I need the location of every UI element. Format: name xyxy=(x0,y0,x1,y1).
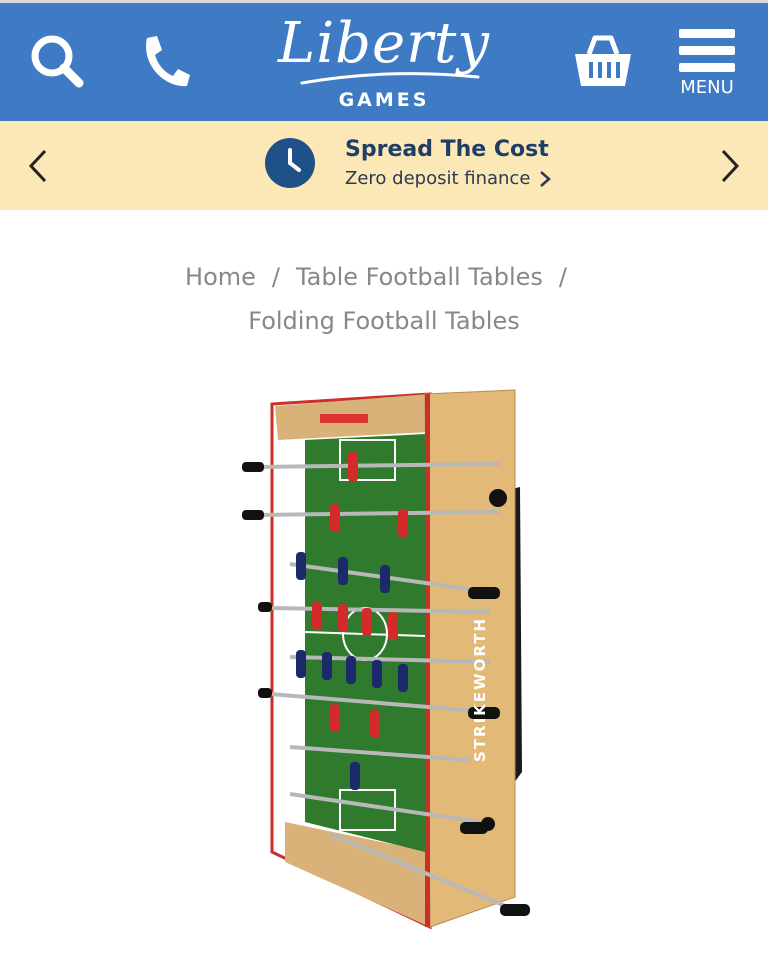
basket-button[interactable] xyxy=(568,3,638,121)
chevron-right-icon xyxy=(721,149,740,182)
brand-mark: STRIKEWORTH xyxy=(471,617,489,762)
menu-button[interactable]: MENU xyxy=(668,3,746,121)
chevron-right-small-icon xyxy=(540,170,552,187)
side-panel xyxy=(424,389,516,928)
menu-label: MENU xyxy=(680,76,734,98)
breadcrumb-separator: / xyxy=(558,263,567,291)
site-header: Liberty GAMES MENU xyxy=(0,3,768,121)
product-image[interactable]: STRIKEWORTH xyxy=(230,382,540,937)
football-table-illustration: STRIKEWORTH xyxy=(242,389,530,930)
promo-subtitle: Zero deposit finance xyxy=(345,168,531,189)
breadcrumb-separator: / xyxy=(271,263,280,291)
hamburger-icon xyxy=(679,28,735,72)
basket-icon xyxy=(575,35,631,86)
logo-text: Liberty xyxy=(278,11,490,76)
breadcrumb-current: Folding Football Tables xyxy=(248,307,520,335)
promo-next-button[interactable] xyxy=(700,121,760,210)
clock-icon xyxy=(265,138,315,188)
breadcrumb-home[interactable]: Home xyxy=(185,263,256,291)
promo-prev-button[interactable] xyxy=(8,121,68,210)
chevron-left-icon xyxy=(28,149,47,182)
logo-swoosh xyxy=(300,72,480,85)
promo-link[interactable]: Zero deposit finance xyxy=(345,168,552,189)
score-counter xyxy=(320,414,368,423)
site-logo[interactable]: Liberty GAMES xyxy=(0,3,768,121)
breadcrumb-table-football[interactable]: Table Football Tables xyxy=(296,263,543,291)
logo-subtext: GAMES xyxy=(338,89,430,111)
promo-banner: Spread The Cost Zero deposit finance xyxy=(0,121,768,210)
breadcrumb: Home / Table Football Tables / Folding Foot… xyxy=(0,255,768,343)
promo-title: Spread The Cost xyxy=(345,137,549,162)
promo-content[interactable]: Spread The Cost Zero deposit finance xyxy=(265,137,552,189)
